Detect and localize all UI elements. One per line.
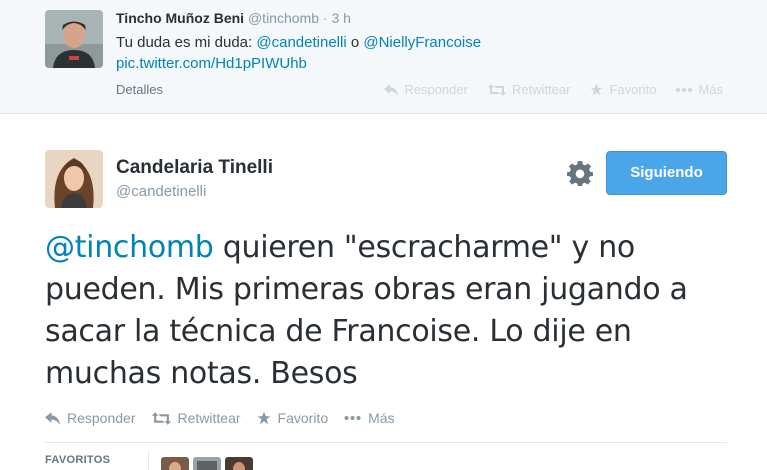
parent-fullname[interactable]: Tincho Muñoz Beni bbox=[116, 10, 244, 26]
parent-tweet-text: Tu duda es mi duda: @candetinelli o @Nie… bbox=[116, 32, 481, 74]
retweet-label: Retwittear bbox=[177, 410, 241, 426]
gear-icon[interactable] bbox=[567, 160, 593, 186]
reply-label: Responder bbox=[67, 410, 136, 426]
favorite-label: Favorito bbox=[277, 410, 329, 426]
mention-link-niellyfrancoise[interactable]: @NiellyFrancoise bbox=[363, 34, 481, 51]
mention-link-tinchomb[interactable]: @tinchomb bbox=[45, 230, 214, 265]
parent-reply-label: Responder bbox=[404, 82, 468, 97]
retweet-icon bbox=[487, 83, 506, 96]
header-separator: · bbox=[322, 10, 328, 26]
star-icon bbox=[591, 83, 603, 96]
parent-handle[interactable]: @tinchomb bbox=[248, 10, 319, 26]
parent-tweet: Tincho Muñoz Beni @tinchomb · 3 h Tu dud… bbox=[0, 0, 767, 114]
tweet-stats: FAVORITOS bbox=[45, 451, 727, 470]
favoriter-avatar[interactable] bbox=[193, 457, 221, 470]
retweet-icon bbox=[151, 411, 171, 425]
more-button[interactable]: Más bbox=[344, 410, 395, 426]
tweet-text: @tinchomb quieren "escracharme" y no pue… bbox=[45, 227, 735, 395]
parent-timestamp[interactable]: 3 h bbox=[331, 10, 350, 26]
following-button[interactable]: Siguiendo bbox=[606, 151, 727, 195]
parent-tweet-header: Tincho Muñoz Beni @tinchomb · 3 h bbox=[116, 10, 351, 26]
parent-more-button[interactable]: Más bbox=[676, 82, 723, 97]
more-dots-icon bbox=[676, 87, 693, 92]
favoriter-avatars bbox=[161, 457, 253, 470]
parent-text-prefix: Tu duda es mi duda: bbox=[116, 34, 257, 51]
parent-tweet-actions: Responder Retwittear Favorito Más bbox=[384, 82, 723, 97]
stats-separator bbox=[148, 451, 149, 470]
details-link[interactable]: Detalles bbox=[116, 82, 163, 97]
reply-icon bbox=[384, 83, 399, 96]
favoriter-avatar[interactable] bbox=[161, 457, 189, 470]
parent-favorite-label: Favorito bbox=[609, 82, 657, 97]
favoriter-avatar[interactable] bbox=[225, 457, 253, 470]
author-info: Candelaria Tinelli @candetinelli bbox=[116, 157, 273, 200]
parent-text-or: o bbox=[346, 34, 364, 51]
author-avatar[interactable] bbox=[45, 150, 103, 208]
favorites-stat-label[interactable]: FAVORITOS bbox=[45, 454, 110, 466]
author-handle[interactable]: @candetinelli bbox=[116, 183, 273, 200]
parent-more-label: Más bbox=[698, 82, 723, 97]
mention-link-candetinelli[interactable]: @candetinelli bbox=[256, 34, 346, 51]
parent-avatar[interactable] bbox=[45, 10, 103, 68]
parent-reply-button[interactable]: Responder bbox=[384, 82, 468, 97]
retweet-button[interactable]: Retwittear bbox=[151, 410, 241, 426]
parent-retweet-label: Retwittear bbox=[511, 82, 571, 97]
parent-retweet-button[interactable]: Retwittear bbox=[487, 82, 571, 97]
author-fullname[interactable]: Candelaria Tinelli bbox=[116, 157, 273, 179]
reply-button[interactable]: Responder bbox=[45, 410, 136, 426]
more-dots-icon bbox=[344, 416, 361, 420]
more-label: Más bbox=[368, 410, 395, 426]
star-icon bbox=[257, 411, 270, 425]
pic-link[interactable]: pic.twitter.com/Hd1pPIWUhb bbox=[116, 55, 307, 72]
divider bbox=[45, 442, 727, 443]
favorite-button[interactable]: Favorito bbox=[257, 410, 329, 426]
parent-favorite-button[interactable]: Favorito bbox=[590, 82, 656, 97]
reply-icon bbox=[45, 411, 60, 425]
tweet-actions: Responder Retwittear Favorito Más bbox=[45, 410, 395, 426]
